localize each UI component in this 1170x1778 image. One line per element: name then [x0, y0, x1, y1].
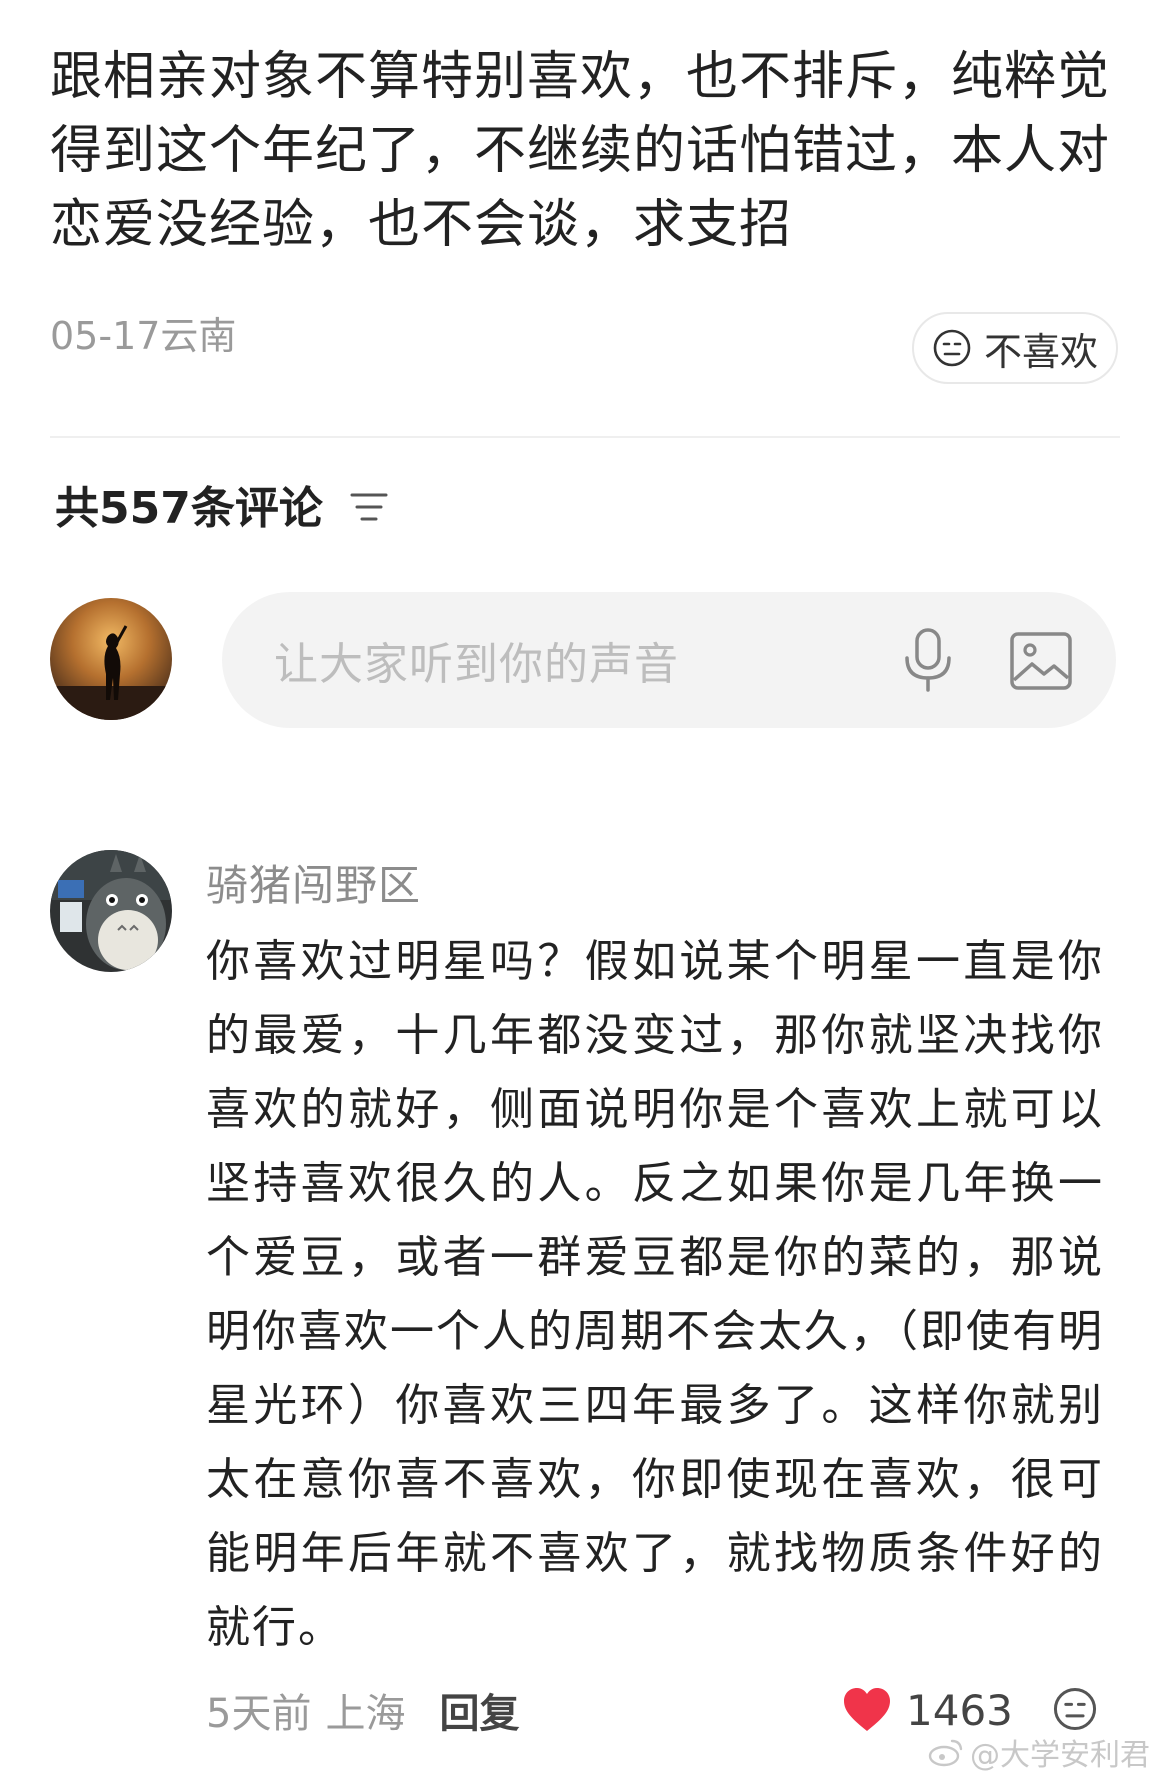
- post-text: 跟相亲对象不算特别喜欢，也不排斥，纯粹觉得到这个年纪了，不继续的话怕错过，本人对…: [50, 47, 1111, 255]
- comment-author[interactable]: 骑猪闯野区: [206, 852, 421, 913]
- neutral-face-icon: [933, 329, 971, 367]
- sort-lines-icon[interactable]: [349, 490, 389, 524]
- reply-button[interactable]: 回复: [439, 1681, 519, 1739]
- comments-count-title: 共557条评论: [55, 483, 323, 534]
- microphone-icon[interactable]: [898, 626, 958, 696]
- comment-input-placeholder: 让大家听到你的声音: [274, 639, 679, 690]
- like-count: 1463: [906, 1685, 1013, 1735]
- heart-icon: [844, 1688, 890, 1731]
- comments-header: 共557条评论: [55, 472, 389, 536]
- commenter-avatar[interactable]: [50, 850, 172, 972]
- neutral-face-icon[interactable]: [1052, 1686, 1098, 1732]
- image-icon[interactable]: [1008, 628, 1074, 694]
- dislike-label: 不喜欢: [983, 329, 1098, 374]
- sunset-avatar-image: [50, 598, 172, 720]
- divider: [50, 436, 1120, 438]
- comment-body: 你喜欢过明星吗？假如说某个明星一直是你的最爱，十几年都没变过，那你就坚决找你喜欢…: [206, 936, 1104, 1653]
- post-meta: 05-17云南: [50, 314, 237, 358]
- comment-time: 5天前: [206, 1691, 312, 1737]
- post-detail-page: 跟相亲对象不算特别喜欢，也不排斥，纯粹觉得到这个年纪了，不继续的话怕错过，本人对…: [0, 0, 1170, 1778]
- totoro-avatar-image: [50, 850, 172, 972]
- comment-input[interactable]: 让大家听到你的声音: [222, 592, 1116, 728]
- weibo-icon: [928, 1739, 963, 1767]
- dislike-button[interactable]: 不喜欢: [912, 312, 1118, 384]
- comment-location: 上海: [325, 1691, 406, 1737]
- watermark-text: @大学安利君: [970, 1738, 1150, 1773]
- watermark: @大学安利君: [928, 1730, 1150, 1774]
- my-avatar[interactable]: [50, 598, 172, 720]
